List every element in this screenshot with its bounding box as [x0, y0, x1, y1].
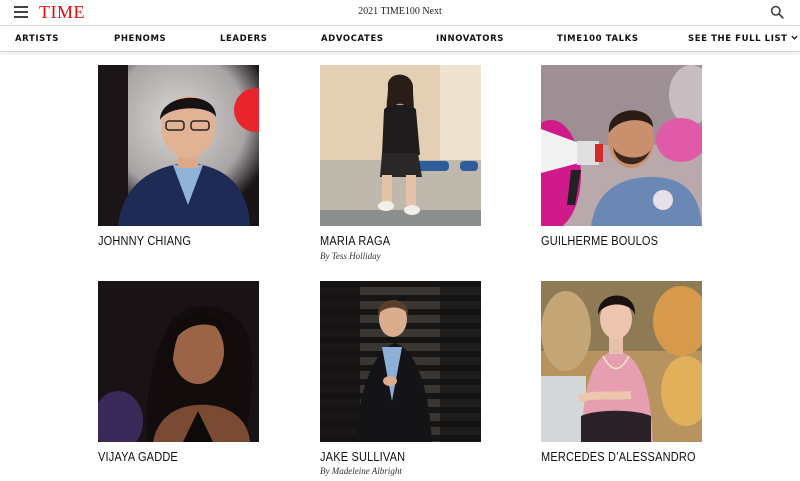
portrait-maria-raga[interactable] [320, 65, 481, 226]
page-title: 2021 TIME100 Next [358, 6, 442, 17]
honoree-name[interactable]: VIJAYA GADDE [98, 450, 178, 464]
portrait-johnny-chiang[interactable] [98, 65, 259, 226]
chevron-down-icon [790, 35, 798, 40]
nav-item-innovators[interactable]: INNOVATORS [436, 34, 504, 44]
honoree-name[interactable]: MARIA RAGA [320, 234, 390, 248]
portrait-vijaya-gadde[interactable] [98, 281, 259, 442]
honoree-byline: By Tess Holliday [320, 251, 381, 261]
nav-item-phenoms[interactable]: PHENOMS [114, 34, 166, 44]
nav-item-time100-talks[interactable]: TIME100 TALKS [557, 34, 639, 44]
category-nav: ARTISTS PHENOMS LEADERS ADVOCATES INNOVA… [0, 25, 800, 52]
honoree-name[interactable]: MERCEDES D’ALESSANDRO [541, 450, 696, 464]
nav-item-leaders[interactable]: LEADERS [220, 34, 268, 44]
nav-item-see-full-list[interactable]: SEE THE FULL LIST [688, 34, 798, 44]
portrait-mercedes-dalessandro[interactable] [541, 281, 702, 442]
top-bar: TIME 2021 TIME100 Next [0, 0, 800, 25]
nav-item-see-full-list-label: SEE THE FULL LIST [688, 34, 788, 44]
portrait-jake-sullivan[interactable] [320, 281, 481, 442]
nav-item-artists[interactable]: ARTISTS [15, 34, 59, 44]
search-icon[interactable] [770, 5, 784, 19]
honoree-name[interactable]: JOHNNY CHIANG [98, 234, 191, 248]
honoree-name[interactable]: GUILHERME BOULOS [541, 234, 658, 248]
portrait-guilherme-boulos[interactable] [541, 65, 702, 226]
honoree-byline: By Madeleine Albright [320, 466, 402, 476]
nav-item-advocates[interactable]: ADVOCATES [321, 34, 384, 44]
honoree-name[interactable]: JAKE SULLIVAN [320, 450, 405, 464]
